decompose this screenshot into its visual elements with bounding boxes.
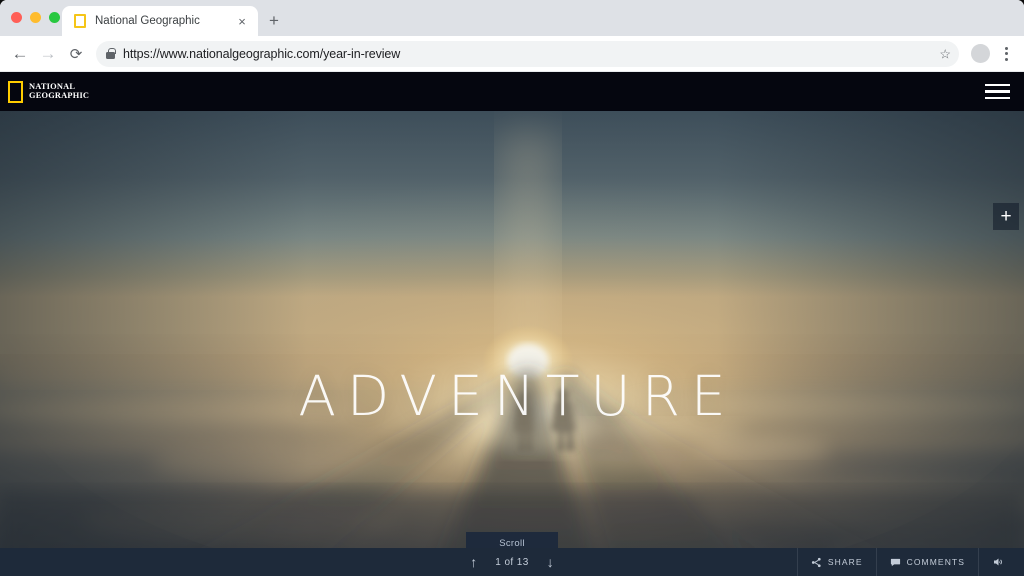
share-button[interactable]: SHARE bbox=[796, 548, 876, 576]
window-controls bbox=[11, 12, 60, 23]
maximize-window-button[interactable] bbox=[49, 12, 60, 23]
tab-strip: National Geographic × + bbox=[0, 0, 1024, 36]
comments-label: COMMENTS bbox=[906, 557, 965, 567]
site-header: NATIONAL GEOGRAPHIC bbox=[0, 72, 1024, 111]
comments-button[interactable]: COMMENTS bbox=[875, 548, 978, 576]
natgeo-wordmark: NATIONAL GEOGRAPHIC bbox=[29, 82, 90, 100]
share-icon bbox=[811, 557, 821, 567]
reload-button[interactable]: ⟳ bbox=[62, 40, 90, 68]
hero-image: ADVENTURE + Scroll bbox=[0, 111, 1024, 576]
address-bar[interactable]: https://www.nationalgeographic.com/year-… bbox=[96, 40, 959, 67]
share-label: SHARE bbox=[827, 557, 863, 567]
hamburger-icon[interactable] bbox=[985, 80, 1010, 104]
logo-line-2: GEOGRAPHIC bbox=[29, 90, 90, 100]
browser-toolbar: ← → ⟳ https://www.nationalgeographic.com… bbox=[0, 36, 1024, 72]
hero-title: ADVENTURE bbox=[298, 364, 737, 428]
browser-tab[interactable]: National Geographic × bbox=[62, 6, 258, 36]
comment-icon bbox=[890, 558, 900, 566]
volume-button[interactable] bbox=[978, 548, 1024, 576]
natgeo-favicon-icon bbox=[74, 14, 86, 28]
volume-icon bbox=[994, 558, 1002, 566]
chrome-menu-icon[interactable] bbox=[996, 42, 1016, 66]
forward-button[interactable]: → bbox=[34, 40, 62, 68]
slide-counter: 1 of 13 bbox=[495, 556, 529, 568]
previous-slide-button[interactable]: ↑ bbox=[470, 555, 477, 569]
profile-avatar-icon[interactable] bbox=[971, 44, 990, 63]
lock-icon bbox=[106, 48, 116, 59]
close-tab-button[interactable]: × bbox=[234, 13, 250, 29]
web-page: ADVENTURE + Scroll NATIONAL GEOGRAPHIC ↑… bbox=[0, 72, 1024, 576]
close-window-button[interactable] bbox=[11, 12, 22, 23]
footer-actions: SHARE COMMENTS bbox=[796, 548, 1024, 576]
next-slide-button[interactable]: ↓ bbox=[547, 555, 554, 569]
story-footer-bar: ↑ 1 of 13 ↓ SHARE COMMENTS bbox=[0, 548, 1024, 576]
tab-title: National Geographic bbox=[95, 15, 200, 27]
natgeo-logo[interactable]: NATIONAL GEOGRAPHIC bbox=[8, 80, 90, 103]
minimize-window-button[interactable] bbox=[30, 12, 41, 23]
back-button[interactable]: ← bbox=[6, 40, 34, 68]
hero-photo-illustration bbox=[0, 111, 1024, 576]
browser-window: National Geographic × + ← → ⟳ https://ww… bbox=[0, 0, 1024, 576]
pagination-controls: ↑ 1 of 13 ↓ bbox=[470, 555, 553, 569]
bookmark-star-icon[interactable]: ☆ bbox=[939, 47, 951, 60]
url-text: https://www.nationalgeographic.com/year-… bbox=[123, 46, 401, 61]
new-tab-button[interactable]: + bbox=[264, 10, 284, 30]
natgeo-rectangle-icon bbox=[8, 80, 23, 103]
expand-caption-button[interactable]: + bbox=[993, 203, 1019, 230]
